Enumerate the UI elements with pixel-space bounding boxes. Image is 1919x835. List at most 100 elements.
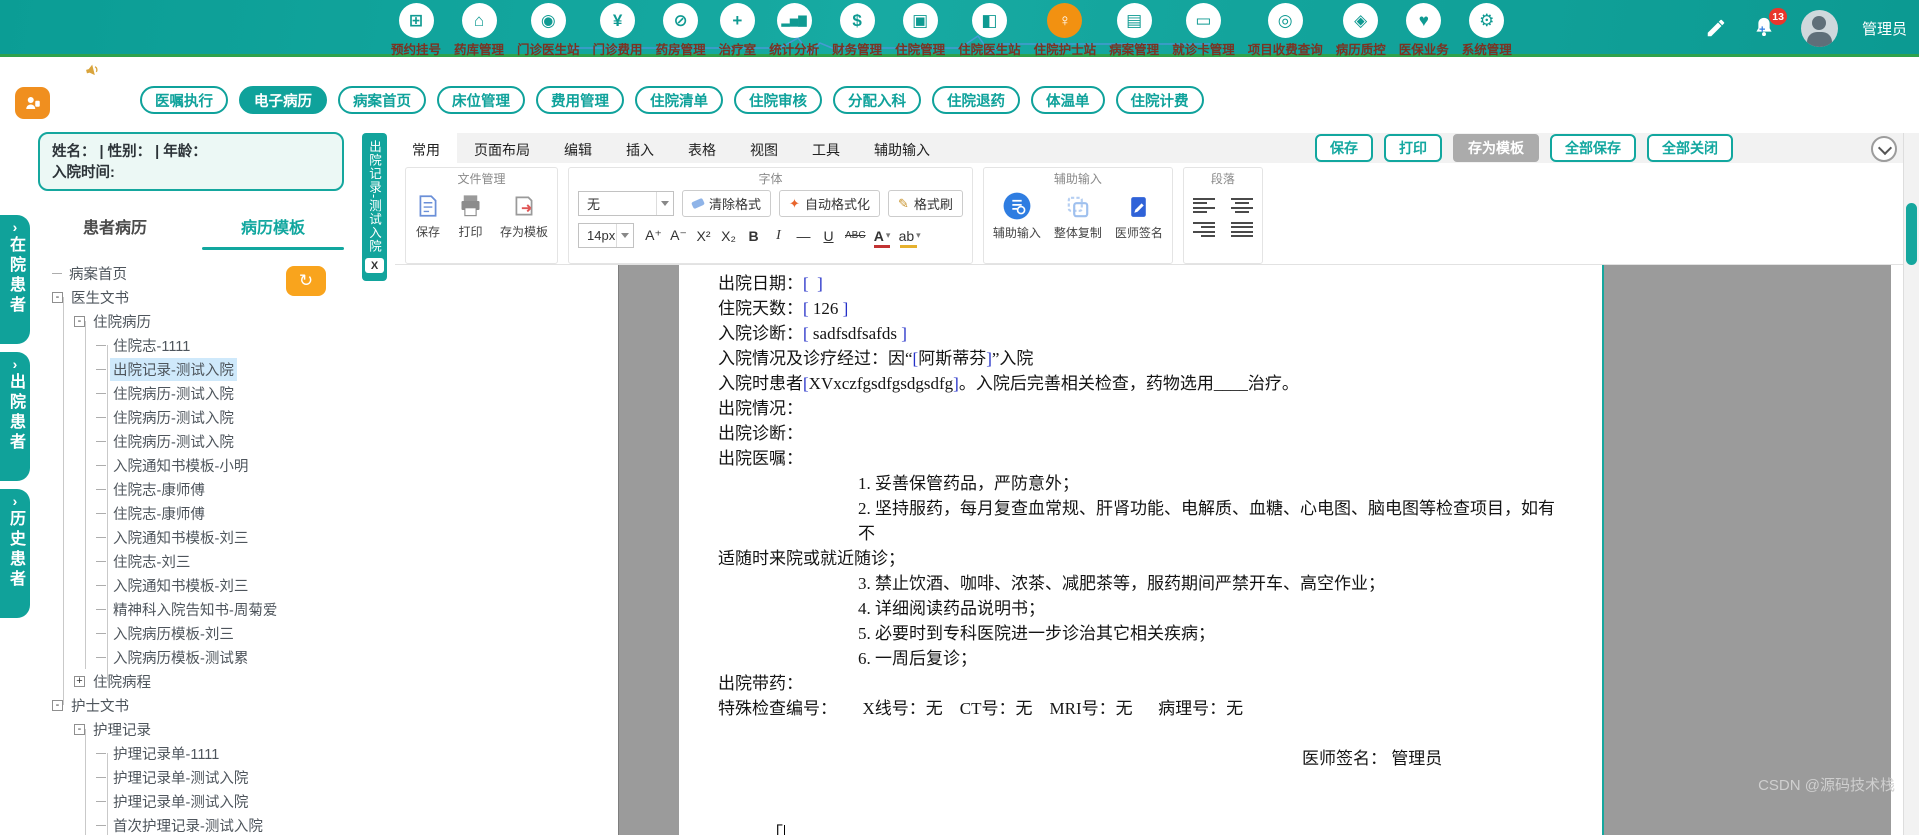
top-nav-item[interactable]: ¥ 门诊费用 [588, 3, 648, 58]
font-style-button[interactable]: — [792, 224, 815, 248]
module-tab[interactable]: 病案首页 [338, 86, 426, 114]
tree-item[interactable]: 住院病历-测试入院 [42, 381, 348, 405]
font-size-select[interactable]: 14px [578, 223, 635, 248]
tree-item[interactable]: 护理记录 [42, 717, 348, 741]
top-nav-item[interactable]: ▤ 病案管理 [1104, 3, 1164, 58]
font-style-button[interactable]: X₂ [717, 224, 740, 248]
top-nav-item[interactable]: ♀ 住院护士站 [1029, 3, 1102, 58]
tree-item[interactable]: 入院通知书模板-小明 [42, 453, 348, 477]
editor-menu-tab[interactable]: 页面布局 [457, 133, 547, 163]
font-style-button[interactable]: B [742, 224, 765, 248]
refresh-button[interactable]: ↻ [286, 266, 326, 296]
module-tab[interactable]: 住院清单 [635, 86, 723, 114]
module-tab[interactable]: 住院审核 [734, 86, 822, 114]
auto-format-button[interactable]: ✦ 自动格式化 [779, 190, 880, 217]
tree-item[interactable]: 入院病历模板-测试累 [42, 645, 348, 669]
editor-action-button[interactable]: 打印 [1384, 134, 1442, 162]
tree-item[interactable]: 住院志-1111 [42, 333, 348, 357]
font-style-button[interactable]: U [817, 224, 840, 248]
module-tab[interactable]: 医嘱执行 [140, 86, 228, 114]
top-nav-item[interactable]: ⚙ 系统管理 [1457, 3, 1517, 58]
assist-input-button[interactable]: 辅助输入 [993, 192, 1041, 241]
tree-item[interactable]: 首次护理记录-测试入院 [42, 813, 348, 835]
tree-item[interactable]: 住院病程 [42, 669, 348, 693]
font-style-button[interactable]: A [870, 223, 894, 248]
tree-item[interactable]: 护士文书 [42, 693, 348, 717]
tree-expander-icon[interactable] [52, 699, 63, 711]
top-nav-item[interactable]: ⌂ 药库管理 [449, 3, 509, 58]
tree-item[interactable]: 住院志-康师傅 [42, 477, 348, 501]
format-painter-button[interactable]: ✎ 格式刷 [887, 190, 963, 217]
editor-menu-tab[interactable]: 工具 [795, 133, 857, 163]
edit-pencil-icon[interactable] [1705, 17, 1727, 39]
tree-item[interactable]: 住院病历-测试入院 [42, 429, 348, 453]
align-left-button[interactable] [1192, 198, 1215, 213]
editor-menu-tab[interactable]: 辅助输入 [857, 133, 947, 163]
tree-item[interactable]: 精神科入院告知书-周菊爱 [42, 597, 348, 621]
font-style-button[interactable]: I [767, 224, 790, 248]
module-tab[interactable]: 床位管理 [437, 86, 525, 114]
close-document-button[interactable]: X [365, 258, 384, 274]
doctor-sign-button[interactable]: 医师签名 [1115, 194, 1163, 241]
save-as-template-button[interactable]: 存为模板 [500, 193, 548, 240]
editor-action-button[interactable]: 存为模板 [1453, 134, 1539, 162]
top-nav-item[interactable]: ◎ 项目收费查询 [1243, 3, 1328, 58]
clear-format-button[interactable]: 清除格式 [682, 190, 772, 217]
editor-menu-tab[interactable]: 视图 [733, 133, 795, 163]
module-tab[interactable]: 住院计费 [1115, 86, 1204, 114]
font-style-button[interactable]: ab [895, 223, 924, 248]
tree-item[interactable]: 出院记录-测试入院 [42, 357, 348, 381]
top-nav-item[interactable]: ▂▅▇ 统计分析 [764, 3, 824, 58]
tree-item[interactable]: 入院通知书模板-刘三 [42, 573, 348, 597]
document-page[interactable]: 出院日期：[ ] 住院天数：[ 126 ] 入院诊断：[ sadfsdfsafd… [679, 265, 1604, 835]
patient-list-button[interactable] [15, 87, 50, 119]
top-nav-item[interactable]: ◧ 住院医生站 [953, 3, 1026, 58]
top-nav-item[interactable]: ⊘ 药房管理 [651, 3, 711, 58]
tree-item[interactable]: 护理记录单-1111 [42, 741, 348, 765]
top-nav-item[interactable]: + 治疗室 [714, 3, 762, 58]
patient-group-strip[interactable]: › 在院患者 [0, 215, 30, 344]
tree-item[interactable]: 入院通知书模板-刘三 [42, 525, 348, 549]
open-document-tab[interactable]: 出院记录-测试入院 X [362, 133, 387, 281]
editor-menu-tab[interactable]: 编辑 [547, 133, 609, 163]
align-right-button[interactable] [1192, 222, 1215, 237]
editor-action-button[interactable]: 全部保存 [1550, 134, 1636, 162]
font-style-button[interactable]: ABC [842, 224, 869, 248]
top-nav-item[interactable]: $ 财务管理 [827, 3, 887, 58]
module-tab[interactable]: 体温单 [1031, 86, 1105, 114]
editor-action-button[interactable]: 全部关闭 [1647, 134, 1733, 162]
patient-group-strip[interactable]: › 历史患者 [0, 489, 30, 618]
copy-all-button[interactable]: 整体复制 [1054, 194, 1102, 241]
tree-item[interactable]: 护理记录单-测试入院 [42, 765, 348, 789]
align-center-button[interactable] [1230, 198, 1253, 213]
notification-bell-icon[interactable]: + 13 [1751, 8, 1787, 41]
paragraph-style-select[interactable]: 无 [578, 191, 675, 216]
font-style-button[interactable]: X² [692, 224, 715, 248]
module-tab[interactable]: 分配入科 [833, 86, 921, 114]
top-nav-item[interactable]: ▣ 住院管理 [890, 3, 950, 58]
editor-scrollbar[interactable] [1903, 133, 1919, 835]
tree-item[interactable]: 住院病历-测试入院 [42, 405, 348, 429]
editor-scrollbar-thumb[interactable] [1906, 203, 1917, 265]
top-nav-item[interactable]: ▭ 就诊卡管理 [1167, 3, 1240, 58]
save-button[interactable]: 保存 [415, 193, 441, 240]
tree-item[interactable]: 住院志-康师傅 [42, 501, 348, 525]
module-tab[interactable]: 住院退药 [932, 86, 1020, 114]
editor-menu-tab[interactable]: 常用 [395, 133, 457, 163]
font-style-button[interactable]: A⁺ [642, 224, 665, 248]
tab-patient-records[interactable]: 患者病历 [36, 205, 194, 250]
tree-item[interactable]: 入院病历模板-刘三 [42, 621, 348, 645]
editor-menu-tab[interactable]: 表格 [671, 133, 733, 163]
tab-record-templates[interactable]: 病历模板 [194, 205, 352, 250]
align-justify-button[interactable] [1230, 222, 1253, 237]
tree-item[interactable]: 住院病历 [42, 309, 348, 333]
collapse-toolbar-button[interactable] [1871, 136, 1897, 162]
top-nav-item[interactable]: ◈ 病历质控 [1331, 3, 1391, 58]
tree-expander-icon[interactable] [74, 315, 85, 327]
tree-item[interactable]: 住院志-刘三 [42, 549, 348, 573]
module-tab[interactable]: 费用管理 [536, 86, 624, 114]
editor-menu-tab[interactable]: 插入 [609, 133, 671, 163]
font-style-button[interactable]: A⁻ [667, 224, 690, 248]
top-nav-item[interactable]: ◉ 门诊医生站 [512, 3, 585, 58]
tree-expander-icon[interactable] [74, 723, 85, 735]
